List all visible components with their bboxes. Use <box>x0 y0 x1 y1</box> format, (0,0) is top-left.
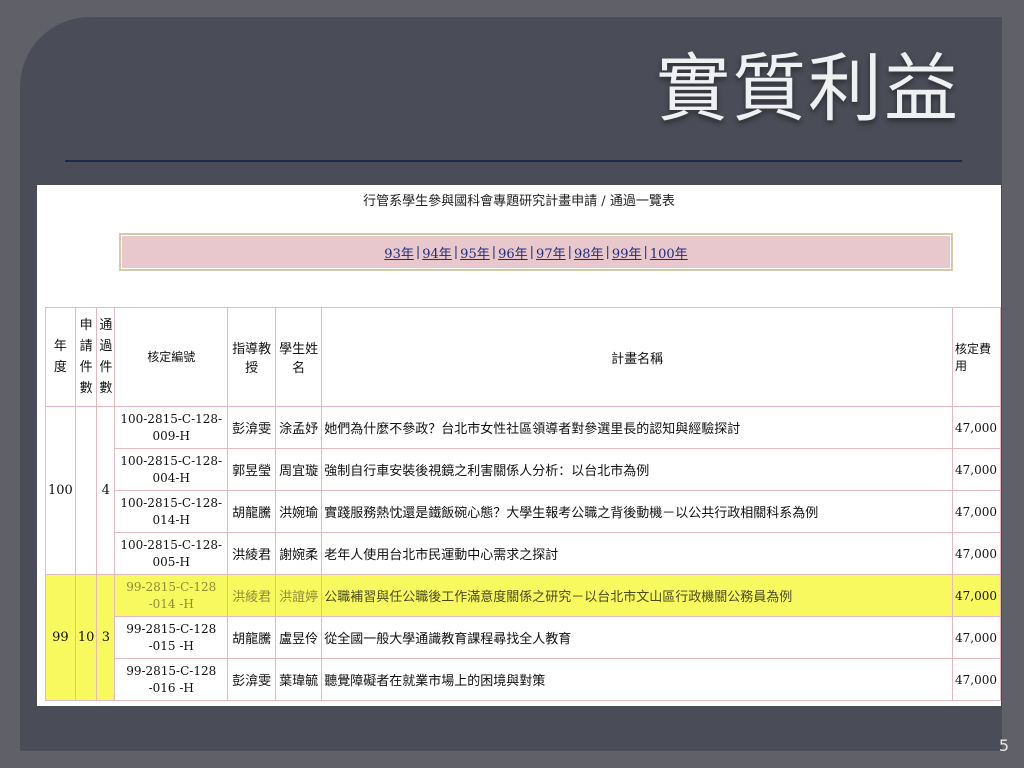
cell-student: 謝婉柔 <box>275 532 323 575</box>
cell-code: 99-2815-C-128 -014 -H <box>114 574 229 617</box>
table-header-row: 年度 申請件數 通過件數 核定編號 指導教授 學生姓名 計畫名稱 核定費用 <box>45 307 1001 407</box>
cell-title: 聽覺障礙者在就業市場上的困境與對策 <box>321 658 953 701</box>
year-separator: | <box>643 244 648 260</box>
year-link-98[interactable]: 98年 <box>574 243 604 262</box>
cell-code: 100-2815-C-128-004-H <box>114 448 229 491</box>
cell-title: 老年人使用台北市民運動中心需求之探討 <box>321 532 953 575</box>
cell-advisor: 郭昱瑩 <box>227 448 277 491</box>
cell-advisor: 彭渰雯 <box>227 406 277 449</box>
cell-student: 葉瑋毓 <box>275 658 323 701</box>
table-row: 100 4 100-2815-C-128-009-H 彭渰雯 涂孟妤 她們為什麼… <box>45 406 1001 575</box>
cell-fee: 47,000 <box>951 574 1001 617</box>
header-fee: 核定費用 <box>951 307 1001 407</box>
cell-fee: 47,000 <box>951 406 1001 449</box>
year-separator: | <box>491 244 497 260</box>
embedded-webpage-screenshot: 行管系學生參與國科會專題研究計畫申請 / 通過一覽表 93年 | 94年 | 95年… <box>37 185 1001 706</box>
table-row: 100-2815-C-128-005-H 洪綾君 謝婉柔 老年人使用台北市民運動… <box>46 532 1001 575</box>
year-link-96[interactable]: 96年 <box>498 243 528 262</box>
cell-fee: 47,000 <box>951 448 1001 491</box>
year-separator: | <box>453 244 459 260</box>
cell-code: 100-2815-C-128-005-H <box>114 532 229 575</box>
cell-pass-count: 3 <box>96 574 116 701</box>
table-row: 100-2815-C-128-014-H 胡龍騰 洪婉瑜 實踐服務熱忱還是鐵飯碗… <box>46 490 1001 533</box>
header-pass-count: 通過件數 <box>96 307 116 407</box>
page-number: 5 <box>998 736 1009 755</box>
year-link-95[interactable]: 95年 <box>460 243 490 262</box>
cell-student: 洪誼婷 <box>275 574 323 617</box>
cell-code: 100-2815-C-128-009-H <box>114 406 229 449</box>
table-caption: 行管系學生參與國科會專題研究計畫申請 / 通過一覽表 <box>363 194 675 209</box>
cell-fee: 47,000 <box>951 490 1001 533</box>
year-separator: | <box>605 244 610 260</box>
title-divider <box>65 160 962 162</box>
cell-title: 公職補習與任公職後工作滿意度關係之研究－以台北市文山區行政機關公務員為例 <box>321 574 953 617</box>
cell-advisor: 胡龍騰 <box>227 490 277 533</box>
cell-title: 從全國一般大學通識教育課程尋找全人教育 <box>321 616 953 659</box>
year-separator: | <box>529 244 535 260</box>
year-link-94[interactable]: 94年 <box>422 243 452 262</box>
table-row: 100-2815-C-128-004-H 郭昱瑩 周宜璇 強制自行車安裝後視鏡之… <box>46 448 1001 491</box>
cell-advisor: 洪綾君 <box>227 532 277 575</box>
cell-advisor: 胡龍騰 <box>227 616 277 659</box>
cell-title: 實踐服務熱忱還是鐵飯碗心態？大學生報考公職之背後動機－以公共行政相關科系為例 <box>321 490 953 533</box>
cell-pass-count: 4 <box>96 406 116 575</box>
cell-title: 強制自行車安裝後視鏡之利害關係人分析：以台北市為例 <box>321 448 953 491</box>
year-navigation-bar: 93年 | 94年 | 95年 | 96年 | 97年 | 98年 | 99年 | 100年 <box>119 233 953 271</box>
header-year: 年度 <box>45 307 76 407</box>
cell-student: 盧昱伶 <box>275 616 323 659</box>
header-advisor: 指導教授 <box>227 307 277 407</box>
cell-code: 99-2815-C-128 -016 -H <box>114 658 229 701</box>
cell-advisor: 彭渰雯 <box>227 658 277 701</box>
slide-title: 實質利益 <box>656 46 960 132</box>
cell-year: 99 <box>45 574 76 701</box>
year-separator: | <box>415 244 421 260</box>
cell-student: 周宜璇 <box>275 448 323 491</box>
header-code: 核定編號 <box>114 307 229 407</box>
header-student: 學生姓名 <box>275 307 323 407</box>
year-link-93[interactable]: 93年 <box>384 243 414 262</box>
cell-code: 100-2815-C-128-014-H <box>114 490 229 533</box>
header-apply-count: 申請件數 <box>74 307 98 407</box>
cell-year: 100 <box>45 406 76 575</box>
grant-table: 年度 申請件數 通過件數 核定編號 指導教授 學生姓名 計畫名稱 核定費用 10… <box>45 307 1001 701</box>
table-row-highlighted: 99 10 3 99-2815-C-128 -014 -H 洪綾君 洪誼婷 公職… <box>45 574 1001 701</box>
cell-advisor: 洪綾君 <box>227 574 277 617</box>
cell-fee: 47,000 <box>951 658 1001 701</box>
header-title: 計畫名稱 <box>321 307 953 407</box>
cell-fee: 47,000 <box>951 532 1001 575</box>
year-link-97[interactable]: 97年 <box>536 243 566 262</box>
table-row: 99-2815-C-128 -015 -H 胡龍騰 盧昱伶 從全國一般大學通識教… <box>46 616 1001 659</box>
cell-student: 洪婉瑜 <box>275 490 323 533</box>
year-link-100[interactable]: 100年 <box>650 243 688 262</box>
cell-fee: 47,000 <box>951 616 1001 659</box>
cell-apply-count: 10 <box>74 574 98 701</box>
table-row: 99-2815-C-128 -016 -H 彭渰雯 葉瑋毓 聽覺障礙者在就業市場… <box>46 658 1001 701</box>
year-link-99[interactable]: 99年 <box>612 243 642 262</box>
cell-code: 99-2815-C-128 -015 -H <box>114 616 229 659</box>
cell-apply-count <box>74 406 98 575</box>
cell-student: 涂孟妤 <box>275 406 323 449</box>
year-separator: | <box>567 244 572 260</box>
cell-title: 她們為什麼不參政？台北市女性社區領導者對參選里長的認知與經驗探討 <box>321 406 953 449</box>
